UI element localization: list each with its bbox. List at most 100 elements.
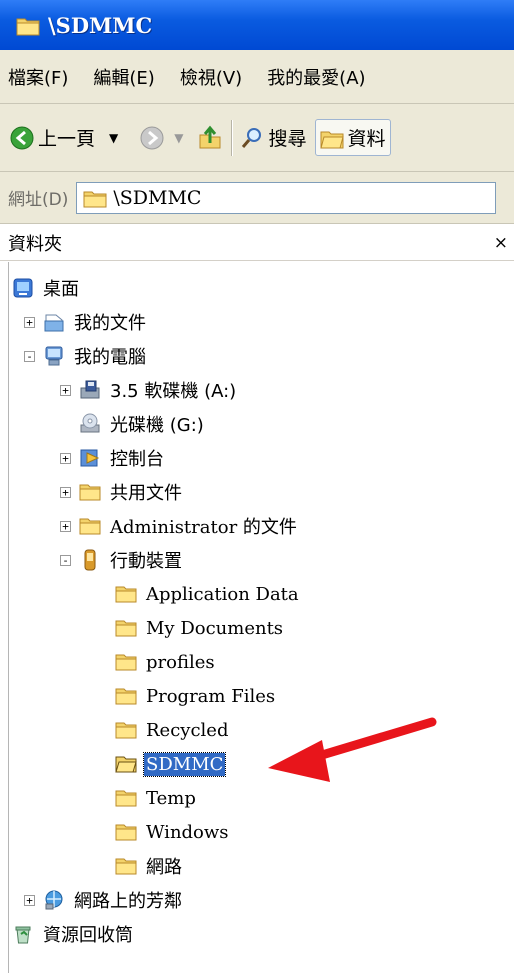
tree-item-label: 行動裝置 (110, 551, 182, 572)
cd-drive-icon (79, 413, 101, 435)
folder-icon (115, 719, 137, 741)
folders-panel-header: 資料夾 × (0, 225, 514, 261)
tree-item[interactable]: + 我的文件 (24, 306, 148, 338)
up-folder-icon (199, 125, 221, 148)
menu-bar: 檔案(F) 編輯(E) 檢視(V) 我的最愛(A) (0, 50, 514, 104)
tree-item[interactable]: 桌面 (12, 272, 81, 304)
collapse-icon[interactable]: - (60, 554, 71, 566)
toolbar: 上一頁 ▼ ▼ 搜尋 資料 (0, 104, 514, 172)
tree-item-label: 控制台 (110, 449, 164, 470)
recycle-bin-icon (12, 923, 34, 945)
toolbar-separator (231, 119, 233, 156)
expand-icon[interactable]: + (60, 520, 71, 532)
folder-icon (79, 481, 101, 503)
back-button[interactable]: 上一頁 ▼ (10, 124, 118, 151)
address-field[interactable]: \SDMMC (76, 181, 497, 214)
tree-item[interactable]: + 控制台 (60, 442, 166, 474)
tree-item-label: profiles (146, 651, 215, 673)
folders-panel-title: 資料夾 (8, 233, 62, 255)
tree-item-label: Program Files (146, 685, 276, 707)
search-icon (242, 127, 262, 148)
tree-item-label: 我的文件 (74, 313, 146, 334)
address-label: 網址(D) (8, 190, 69, 210)
expand-icon[interactable]: + (60, 486, 71, 498)
forward-arrow-icon (140, 126, 164, 149)
tree-item[interactable]: 光碟機 (G:) (60, 408, 206, 440)
tree-item[interactable]: Program Files (96, 680, 277, 712)
folder-icon (115, 787, 137, 809)
tree-item-label: Administrator 的文件 (110, 517, 297, 538)
tree-item-label: 桌面 (43, 279, 79, 300)
tree-item[interactable]: profiles (96, 646, 217, 678)
mobile-device-icon (79, 549, 101, 571)
tree-item-label: SDMMC (142, 751, 227, 777)
tree-item[interactable]: Application Data (96, 578, 301, 610)
tree-item[interactable]: My Documents (96, 612, 285, 644)
folder-icon (115, 821, 137, 843)
title-bar[interactable]: \SDMMC (0, 0, 514, 50)
folders-label: 資料 (347, 128, 386, 150)
floppy-drive-icon (79, 379, 101, 401)
my-computer-icon (43, 345, 65, 367)
address-value: \SDMMC (113, 186, 202, 209)
tree-item-label: Application Data (146, 583, 299, 605)
tree-item[interactable]: Temp (96, 782, 198, 814)
tree-item-label: Temp (146, 787, 196, 809)
folder-icon (83, 191, 107, 207)
tree-item-label: 網路 (146, 857, 182, 878)
window-title: \SDMMC (48, 12, 153, 38)
tree-item-label: My Documents (146, 617, 284, 639)
tree-item-label: 網路上的芳鄰 (74, 891, 182, 912)
back-dropdown-icon[interactable]: ▼ (109, 131, 118, 145)
tree-item[interactable]: - 我的電腦 (24, 340, 148, 372)
tree-item[interactable]: 資源回收筒 (12, 918, 135, 950)
folder-icon (115, 617, 137, 639)
expand-icon[interactable]: + (24, 316, 35, 328)
close-panel-button[interactable]: × (494, 233, 508, 253)
tree-item[interactable]: +3.5 軟碟機 (A:) (60, 374, 238, 406)
folder-icon (79, 515, 101, 537)
menu-file[interactable]: 檔案(F) (8, 64, 68, 90)
up-button[interactable] (197, 125, 223, 151)
control-panel-icon (79, 447, 101, 469)
forward-dropdown-icon[interactable]: ▼ (174, 131, 183, 145)
tree-item[interactable]: 網路 (96, 850, 184, 882)
tree-item-label: Windows (146, 821, 229, 843)
tree-item[interactable]: Recycled (96, 714, 230, 746)
tree-item-label: 3.5 軟碟機 (A:) (110, 381, 237, 402)
search-label: 搜尋 (268, 128, 307, 150)
folders-icon (319, 131, 344, 148)
forward-button[interactable]: ▼ (140, 126, 183, 150)
folder-tree: 桌面 + 我的文件 - 我的電腦 +3.5 軟碟機 (A:) 光碟機 (G:) + 控制台 + 共用… (0, 262, 514, 973)
tree-item-label: 我的電腦 (74, 347, 146, 368)
tree-item[interactable]: - 行動裝置 (60, 544, 184, 576)
menu-edit[interactable]: 編輯(E) (93, 64, 154, 90)
tree-item-label: 資源回收筒 (43, 925, 133, 946)
tree-item[interactable]: Windows (96, 816, 231, 848)
my-documents-icon (43, 311, 65, 333)
menu-view[interactable]: 檢視(V) (180, 64, 242, 90)
search-button[interactable]: 搜尋 (240, 124, 307, 151)
back-label: 上一頁 (38, 128, 96, 150)
tree-item[interactable]: SDMMC (96, 748, 227, 780)
folder-icon (16, 18, 40, 36)
folder-icon (115, 685, 137, 707)
tree-item-label: Recycled (146, 719, 229, 741)
folders-button[interactable]: 資料 (314, 119, 391, 156)
back-arrow-icon (10, 126, 34, 149)
tree-item[interactable]: + 共用文件 (60, 476, 184, 508)
network-places-icon (43, 889, 65, 911)
open-folder-icon (115, 753, 137, 775)
collapse-icon[interactable]: - (24, 350, 35, 362)
expand-icon[interactable]: + (24, 894, 35, 906)
desktop-icon (12, 277, 34, 299)
folder-icon (115, 855, 137, 877)
folder-icon (115, 651, 137, 673)
tree-item[interactable]: + Administrator 的文件 (60, 510, 299, 542)
expand-icon[interactable]: + (60, 452, 71, 464)
address-bar: 網址(D) \SDMMC (0, 172, 514, 224)
tree-item[interactable]: + 網路上的芳鄰 (24, 884, 184, 916)
menu-favorites[interactable]: 我的最愛(A) (267, 64, 365, 90)
expand-icon[interactable]: + (60, 384, 71, 396)
folder-icon (115, 583, 137, 605)
